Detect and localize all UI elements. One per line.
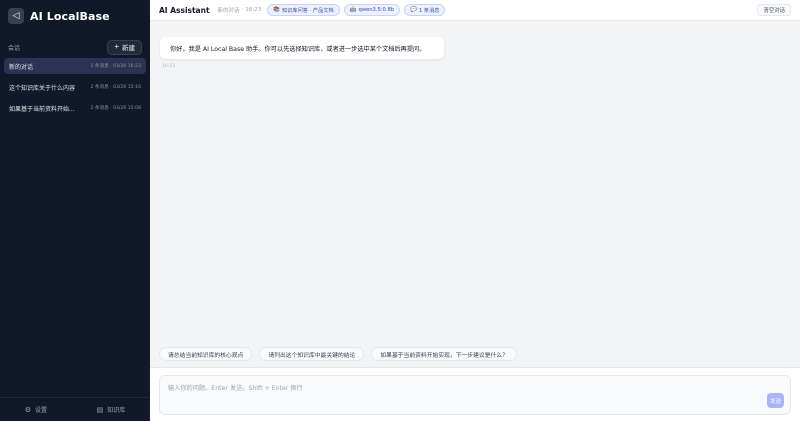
gear-icon: ⚙ (24, 405, 32, 414)
conversation-meta: 2 条消息 · 03/26 15:16 (90, 85, 141, 90)
conversation-title: 这个知识库关于什么内容 (9, 84, 76, 92)
brand-title: AI LocalBase (30, 9, 110, 23)
sidebar-footer: ⚙ 设置 ▤ 知识库 (0, 397, 150, 421)
composer: 发送 (150, 367, 800, 421)
suggestion-chip[interactable]: 请列出这个知识库中最关键的结论 (259, 347, 365, 361)
conversation-item[interactable]: 如果基于当前资料开始... 2 条消息 · 03/26 15:08 (4, 100, 146, 116)
send-button[interactable]: 发送 (767, 393, 784, 408)
suggestion-list: 请总结当前知识库的核心观点 请列出这个知识库中最关键的结论 如果基于当前资料开始… (159, 347, 517, 361)
conversation-header: 会话 + 新建 (8, 39, 142, 55)
brand: ◁ AI LocalBase (8, 7, 110, 25)
chip-label: 知识库问答 · 产品文档 (282, 7, 334, 14)
conversation-meta: 1 条消息 · 03/26 16:23 (90, 64, 141, 69)
conversation-meta: 2 条消息 · 03/26 15:08 (90, 106, 141, 111)
top-bar: AI Assistant 新的对话 · 16:23 📚 知识库问答 · 产品文档… (150, 0, 800, 21)
suggestion-chip[interactable]: 如果基于当前资料开始实现，下一步建议是什么？ (371, 347, 517, 361)
robot-icon: 🤖 (349, 7, 357, 13)
suggestion-chip[interactable]: 请总结当前知识库的核心观点 (159, 347, 253, 361)
knowledge-base-label: 知识库 (107, 407, 126, 414)
conversation-item[interactable]: 这个知识库关于什么内容 2 条消息 · 03/26 15:16 (4, 79, 146, 95)
settings-button[interactable]: ⚙ 设置 (24, 405, 48, 415)
chip-label: qwen3.5:0.8b (358, 7, 395, 13)
message-input[interactable] (160, 376, 790, 414)
sidebar: ◁ AI LocalBase 会话 + 新建 新的对话 1 条消息 · 03/2… (0, 0, 150, 421)
app-name: AI Assistant (159, 5, 210, 15)
speech-bubble-icon: 💬 (410, 7, 417, 13)
chat-area: 你好，我是 AI Local Base 助手。你可以先选择知识库，或者进一步选中… (150, 21, 800, 343)
section-label: 会话 (8, 44, 21, 52)
conversation-list: 新的对话 1 条消息 · 03/26 16:23 这个知识库关于什么内容 2 条… (4, 58, 146, 121)
new-conversation-button[interactable]: + 新建 (107, 39, 142, 55)
plus-icon: + (114, 42, 119, 51)
message-time: 16:23 (162, 64, 176, 69)
conversation-item[interactable]: 新的对话 1 条消息 · 03/26 16:23 (4, 58, 146, 74)
clear-conversation-button[interactable]: 清空对话 (757, 4, 791, 16)
knowledge-base-button[interactable]: ▤ 知识库 (96, 405, 126, 415)
books-icon: 📚 (273, 7, 281, 13)
chip-label: 1 条消息 (418, 7, 440, 14)
new-conversation-label: 新建 (122, 45, 135, 52)
conversation-title: 如果基于当前资料开始... (9, 105, 75, 113)
settings-label: 设置 (35, 407, 48, 414)
main-panel: AI Assistant 新的对话 · 16:23 📚 知识库问答 · 产品文档… (150, 0, 800, 421)
knowledge-base-chip[interactable]: 📚 知识库问答 · 产品文档 (267, 4, 340, 16)
model-chip[interactable]: 🤖 qwen3.5:0.8b (343, 4, 401, 16)
book-icon: ▤ (96, 405, 104, 414)
conversation-title: 新的对话 (9, 63, 34, 71)
message-count-chip: 💬 1 条消息 (404, 4, 446, 16)
collapse-sidebar-icon[interactable]: ◁ (8, 8, 24, 24)
conversation-subtitle: 新的对话 (217, 8, 240, 14)
assistant-message: 你好，我是 AI Local Base 助手。你可以先选择知识库，或者进一步选中… (160, 37, 444, 59)
subtitle-separator: · (241, 7, 244, 13)
message-input-box: 发送 (159, 375, 791, 415)
conversation-time: 16:23 (245, 7, 262, 13)
